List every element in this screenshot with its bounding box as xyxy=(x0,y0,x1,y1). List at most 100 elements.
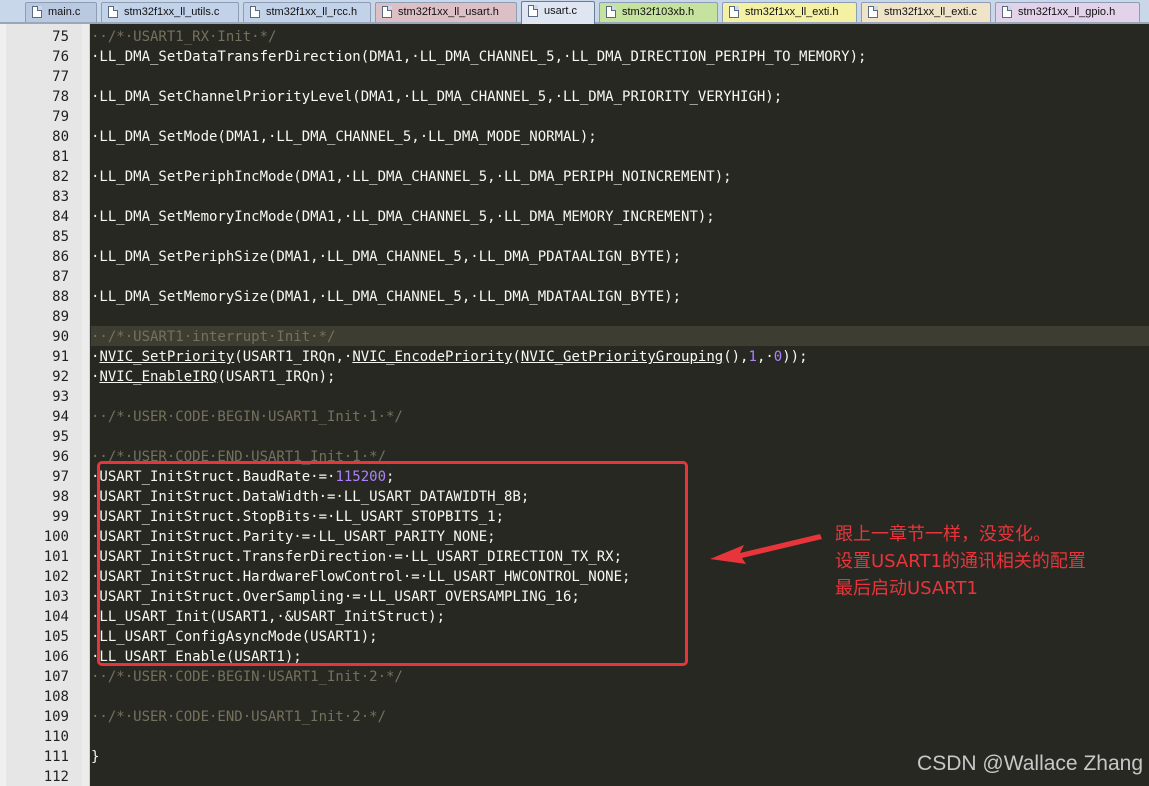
code-line[interactable]: 94 ··/*·USER·CODE·BEGIN·USART1_Init·1·*/ xyxy=(52,406,1149,427)
line-number: 102 xyxy=(43,569,69,585)
code-text: ·LL_DMA_SetMemorySize(DMA1,·LL_DMA_CHANN… xyxy=(91,287,681,307)
tab-stm32f1xx-ll-gpio-h[interactable]: stm32f1xx_ll_gpio.h xyxy=(995,2,1140,22)
code-text: ·LL_DMA_SetMode(DMA1,·LL_DMA_CHANNEL_5,·… xyxy=(91,127,597,147)
fold-margin[interactable] xyxy=(82,24,90,786)
line-number: 92 xyxy=(52,369,69,385)
tab-stm32f1xx-ll-usart-h[interactable]: stm32f1xx_ll_usart.h xyxy=(375,2,517,22)
code-area[interactable]: 75 ··/*·USART1_RX·Init·*/ 76 ·LL_DMA_SetDat… xyxy=(44,24,1149,786)
code-token: ·LL_DMA_SetChannelPriorityLevel(DMA1,·LL… xyxy=(91,89,783,105)
code-text: ·LL_DMA_SetMemoryIncMode(DMA1,·LL_DMA_CH… xyxy=(91,207,715,227)
code-line[interactable]: 109 ··/*·USER·CODE·END·USART1_Init·2·*/ xyxy=(44,706,1149,727)
line-number: 82 xyxy=(52,169,69,185)
code-token: ·LL_DMA_SetPeriphSize(DMA1,·LL_DMA_CHANN… xyxy=(91,249,682,265)
tab-stm32f1xx-ll-exti-h[interactable]: stm32f1xx_ll_exti.h xyxy=(722,2,857,22)
code-token: ·LL_DMA_SetMode(DMA1,·LL_DMA_CHANNEL_5,·… xyxy=(91,129,597,145)
tab-label: stm32f103xb.h xyxy=(622,6,695,18)
code-token: (USART1_IRQn); xyxy=(217,369,336,385)
code-line[interactable]: 86 ·LL_DMA_SetPeriphSize(DMA1,·LL_DMA_CHA… xyxy=(52,246,1149,267)
tab-main-c[interactable]: main.c xyxy=(25,2,97,22)
line-number: 100 xyxy=(43,529,69,545)
line-number: 93 xyxy=(52,389,69,405)
code-token: NVIC_GetPriorityGrouping xyxy=(520,349,724,365)
annotation-line-1: 跟上一章节一样，没变化。 xyxy=(835,524,1051,545)
code-token: 0 xyxy=(773,349,783,365)
file-icon xyxy=(108,6,118,18)
file-icon xyxy=(528,5,538,17)
tab-label: stm32f1xx_ll_rcc.h xyxy=(266,6,358,18)
code-line[interactable]: 78 ·LL_DMA_SetChannelPriorityLevel(DMA1,·… xyxy=(52,86,1149,106)
file-icon xyxy=(729,6,739,18)
code-line[interactable]: 81 xyxy=(52,146,1149,166)
code-line[interactable]: 82 ·LL_DMA_SetPeriphIncMode(DMA1,·LL_DMA_… xyxy=(52,166,1149,187)
code-token: (USART1_IRQn,· xyxy=(234,349,353,365)
line-number: 101 xyxy=(43,549,69,565)
line-number: 110 xyxy=(43,729,69,745)
line-number: 77 xyxy=(52,69,69,85)
line-number: 83 xyxy=(52,189,69,205)
code-text: ··/*·USER·CODE·END·USART1_Init·2·*/ xyxy=(91,707,386,727)
line-number: 84 xyxy=(52,209,69,225)
code-line[interactable]: 83 xyxy=(52,186,1149,206)
code-line[interactable]: 108 xyxy=(44,686,1149,706)
code-line[interactable]: 79 xyxy=(52,106,1149,126)
line-number: 111 xyxy=(43,749,69,765)
line-number: 103 xyxy=(43,589,69,605)
code-line[interactable]: 84 ·LL_DMA_SetMemoryIncMode(DMA1,·LL_DMA_… xyxy=(52,206,1149,227)
code-token: NVIC_EnableIRQ xyxy=(99,369,218,385)
code-token: NVIC_EncodePriority xyxy=(352,349,513,365)
file-icon xyxy=(606,6,616,18)
tab-label: stm32f1xx_ll_gpio.h xyxy=(1018,6,1116,18)
code-text: ·NVIC_EnableIRQ(USART1_IRQn); xyxy=(91,367,335,387)
code-line[interactable]: 89 xyxy=(52,306,1149,326)
line-number: 76 xyxy=(52,49,69,65)
code-token: ,· xyxy=(756,349,774,365)
code-token: (), xyxy=(723,349,749,365)
code-line[interactable]: 80 ·LL_DMA_SetMode(DMA1,·LL_DMA_CHANNEL_5… xyxy=(52,126,1149,147)
line-number: 85 xyxy=(52,229,69,245)
line-number: 98 xyxy=(52,489,69,505)
line-number: 105 xyxy=(43,629,69,645)
tab-stm32f1xx-ll-utils-c[interactable]: stm32f1xx_ll_utils.c xyxy=(101,2,239,22)
code-editor[interactable]: 75 ··/*·USART1_RX·Init·*/ 76 ·LL_DMA_SetDat… xyxy=(6,24,1149,786)
tab-usart-c[interactable]: usart.c xyxy=(521,1,595,24)
code-text: ··/*·USER·CODE·BEGIN·USART1_Init·2·*/ xyxy=(91,667,403,687)
code-token: ··/*·USER·CODE·END·USART1_Init·2·*/ xyxy=(91,709,387,725)
code-line[interactable]: 87 xyxy=(52,266,1149,286)
tab-label: stm32f1xx_ll_exti.h xyxy=(745,6,839,18)
tab-stm32f1xx-ll-rcc-h[interactable]: stm32f1xx_ll_rcc.h xyxy=(243,2,371,22)
line-number: 94 xyxy=(52,409,69,425)
code-token: ·LL_DMA_SetMemorySize(DMA1,·LL_DMA_CHANN… xyxy=(91,289,682,305)
code-line[interactable]: 92 ·NVIC_EnableIRQ(USART1_IRQn); xyxy=(52,366,1149,387)
code-text: } xyxy=(91,747,99,767)
code-line[interactable]: 90 ··/*·USART1·interrupt·Init·*/ xyxy=(52,326,1149,346)
tab-stm32f1xx-ll-exti-c[interactable]: stm32f1xx_ll_exti.c xyxy=(861,2,991,22)
code-text: ··/*·USER·CODE·BEGIN·USART1_Init·1·*/ xyxy=(91,407,403,427)
code-line[interactable]: 110 xyxy=(44,726,1149,746)
code-token: NVIC_SetPriority xyxy=(99,349,235,365)
file-icon xyxy=(32,6,42,18)
line-number: 109 xyxy=(43,709,69,725)
line-number: 90 xyxy=(52,329,69,345)
code-line[interactable]: 91 ·NVIC_SetPriority(USART1_IRQn,·NVIC_En… xyxy=(52,346,1149,366)
code-line[interactable]: 88 ·LL_DMA_SetMemorySize(DMA1,·LL_DMA_CHA… xyxy=(52,286,1149,307)
code-line[interactable]: 95 xyxy=(52,426,1149,446)
code-token: ··/*·USER·CODE·BEGIN·USART1_Init·2·*/ xyxy=(91,669,403,685)
tab-bar: main.c stm32f1xx_ll_utils.c stm32f1xx_ll_r… xyxy=(0,0,1149,24)
line-number: 112 xyxy=(43,769,69,785)
code-text: ·LL_DMA_SetPeriphSize(DMA1,·LL_DMA_CHANN… xyxy=(91,247,681,267)
line-number: 79 xyxy=(52,109,69,125)
code-line[interactable]: 107 ··/*·USER·CODE·BEGIN·USART1_Init·2·*/ xyxy=(44,666,1149,687)
tab-stm32f103xb-h[interactable]: stm32f103xb.h xyxy=(599,2,718,22)
watermark: CSDN @Wallace Zhang xyxy=(917,752,1143,775)
code-line[interactable]: 93 xyxy=(52,386,1149,406)
code-line[interactable]: 76 ·LL_DMA_SetDataTransferDirection(DMA1,… xyxy=(52,46,1149,66)
line-number: 75 xyxy=(52,29,69,45)
code-token: ·LL_DMA_SetPeriphIncMode(DMA1,·LL_DMA_CH… xyxy=(91,169,732,185)
code-line[interactable]: 75 ··/*·USART1_RX·Init·*/ xyxy=(52,26,1149,46)
code-line[interactable]: 77 xyxy=(52,66,1149,86)
code-text: ·LL_DMA_SetPeriphIncMode(DMA1,·LL_DMA_CH… xyxy=(91,167,732,187)
code-line[interactable]: 85 xyxy=(52,226,1149,246)
file-icon xyxy=(868,6,878,18)
code-token: ·LL_DMA_SetMemoryIncMode(DMA1,·LL_DMA_CH… xyxy=(91,209,715,225)
file-icon xyxy=(250,6,260,18)
